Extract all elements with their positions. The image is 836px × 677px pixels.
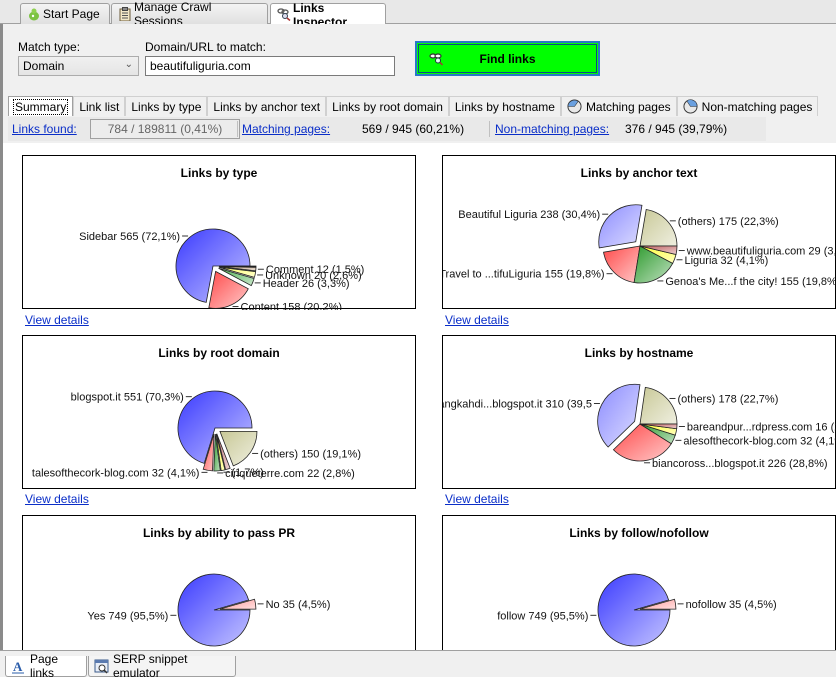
tab-manage-crawl-sessions[interactable]: Manage Crawl Sessions: [111, 0, 268, 28]
tab-matching-pages[interactable]: Matching pages: [560, 96, 677, 116]
pie-slice: [597, 573, 671, 647]
tab-links-by-type[interactable]: Links by type: [125, 96, 208, 116]
divider: [237, 121, 238, 137]
tab-label: SERP snippet emulator: [113, 652, 188, 677]
non-matching-pages-link[interactable]: Non-matching pages:: [495, 122, 609, 136]
slice-label: Comment 12 (1,5%): [266, 264, 364, 276]
slice-label: Content 158 (20,2%): [241, 302, 343, 310]
tab-start-page[interactable]: Start Page: [20, 3, 110, 24]
slice-label: bareandpur...rdpress.com 16 (2%): [687, 421, 836, 433]
tab-links-inspector[interactable]: Links Inspector: [270, 1, 386, 29]
find-links-label: Find links: [479, 51, 536, 66]
tab-link-list[interactable]: Link list: [73, 96, 126, 116]
tab-label: Non-matching pages: [701, 99, 813, 114]
pie-slice: [603, 245, 641, 283]
view-details-link[interactable]: View details: [25, 313, 89, 327]
tab-label: Links by root domain: [332, 99, 443, 114]
domain-url-label: Domain/URL to match:: [145, 40, 266, 54]
slice-label: follow 749 (95,5%): [497, 610, 588, 622]
bottom-tab-strip: A Page links SERP snippet emulator: [0, 650, 836, 677]
slice-label: talesofthecork-blog.com 32 (4,1%): [32, 467, 200, 479]
slice-label: blogspot.it 551 (70,3%): [71, 392, 184, 404]
slice-label: Yes 749 (95,5%): [87, 610, 168, 622]
summary-charts-area: Links by type Sidebar 565 (72,1%) Content…: [3, 143, 836, 650]
tab-label: Link list: [79, 99, 120, 114]
tab-label: Matching pages: [585, 99, 671, 114]
slice-label: Travel to ...tifuLiguria 155 (19,8%): [443, 269, 605, 281]
slice-label: nofollow 35 (4,5%): [686, 599, 777, 611]
slice-label: Sidebar 565 (72,1%): [79, 231, 180, 243]
match-type-select[interactable]: Domain ⌄: [18, 56, 139, 76]
slice-label: biancoross...blogspot.it 226 (28,8%): [652, 458, 828, 470]
pie-chart: No 35 (4,5%) Yes 749 (95,5%): [87, 573, 331, 647]
links-found-link[interactable]: Links found:: [12, 122, 77, 136]
divider: [489, 121, 490, 137]
matching-pages-link[interactable]: Matching pages:: [242, 122, 330, 136]
tab-links-by-hostname[interactable]: Links by hostname: [448, 96, 561, 116]
summary-stats-bar: Links found: 784 / 189811 (0,41%) Matchi…: [8, 117, 766, 141]
slice-label: (1,7%): [231, 467, 263, 479]
green-bug-icon: [29, 8, 39, 21]
tab-links-by-anchor-text[interactable]: Links by anchor text: [207, 96, 327, 116]
chart-links-by-root-domain: Links by root domain blogspot.it 551 (70…: [22, 335, 416, 489]
tab-non-matching-pages[interactable]: Non-matching pages: [676, 96, 819, 116]
match-type-value: Domain: [23, 59, 65, 73]
chain-magnifier-icon: [429, 53, 444, 66]
slice-label: (others) 178 (22,7%): [677, 393, 778, 405]
view-details-link[interactable]: View details: [25, 492, 89, 506]
slice-label: Beautiful Liguria 238 (30,4%): [458, 209, 600, 221]
pie-chart: nofollow 35 (4,5%) follow 749 (95,5%): [497, 573, 777, 647]
tab-label: Summary: [12, 98, 69, 115]
slice-label: No 35 (4,5%): [266, 599, 331, 611]
tab-label: Links by anchor text: [213, 99, 321, 114]
letter-a-icon: A: [12, 659, 24, 674]
tab-label: Page links: [30, 652, 59, 677]
non-matching-pages-value: 376 / 945 (39,79%): [625, 122, 728, 136]
chart-links-by-anchor-text: Links by anchor text (others) 175 (22,3%…: [442, 155, 836, 309]
tab-summary[interactable]: Summary: [8, 96, 74, 116]
match-type-label: Match type:: [18, 40, 81, 54]
slice-label: Genoa's Me...f the city! 155 (19,8%): [665, 276, 836, 288]
slice-label: (others) 175 (22,3%): [678, 216, 779, 228]
tab-page-links[interactable]: A Page links: [5, 652, 87, 677]
domain-url-input[interactable]: [145, 56, 395, 76]
pie-slice: [598, 204, 643, 249]
chevron-down-icon: ⌄: [124, 59, 133, 70]
slice-label: www.beautifuliguria.com 29 (3,7%): [686, 246, 836, 258]
chart-links-by-follow-nofollow: Links by follow/nofollow nofollow 35 (4,…: [442, 515, 836, 650]
view-details-link[interactable]: View details: [445, 492, 509, 506]
pie-chart: (others) 175 (22,3%) Beautiful Liguria 23…: [443, 204, 836, 288]
chart-links-by-pass-pr: Links by ability to pass PR No 35 (4,5%)…: [22, 515, 416, 650]
document-tab-strip: Start Page Manage Crawl Sessions Links I…: [0, 0, 836, 29]
pie-icon: [683, 99, 698, 114]
pie-slice: [639, 386, 678, 425]
tab-label: Links by hostname: [454, 99, 555, 114]
chart-links-by-hostname: Links by hostname (others) 178 (22,7%) 2l…: [442, 335, 836, 489]
tab-label: Links by type: [131, 99, 202, 114]
slice-label: 2langkahdi...blogspot.it 310 (39,5: [443, 399, 592, 411]
matching-pages-value: 569 / 945 (60,21%): [362, 122, 465, 136]
chain-magnifier-icon: [277, 8, 291, 21]
tab-serp-snippet-emulator[interactable]: SERP snippet emulator: [88, 652, 236, 677]
pie-chart: (others) 178 (22,7%) 2langkahdi...blogspo…: [443, 383, 836, 470]
tab-links-by-root-domain[interactable]: Links by root domain: [326, 96, 449, 116]
pie-icon: [567, 99, 582, 114]
links-found-value: 784 / 189811 (0,41%): [90, 119, 240, 139]
chart-links-by-type: Links by type Sidebar 565 (72,1%) Content…: [22, 155, 416, 310]
tab-label: Start Page: [43, 7, 100, 21]
view-details-link[interactable]: View details: [445, 313, 509, 327]
serp-preview-icon: [94, 659, 109, 674]
svg-text:A: A: [13, 659, 23, 674]
clipboard-icon: [119, 7, 131, 21]
find-links-button[interactable]: Find links: [415, 41, 600, 76]
pie-chart: blogspot.it 551 (70,3%) talesofthecork-bl…: [32, 390, 361, 480]
slice-label: alesofthecork-blog.com 32 (4,1%): [683, 435, 836, 447]
summary-tab-strip: Summary Link list Links by type Links by…: [8, 96, 819, 116]
pie-chart: Sidebar 565 (72,1%)Content 158 (20,2%)He…: [79, 228, 364, 310]
pie-slice: [639, 209, 678, 247]
slice-label: (others) 150 (19,1%): [260, 448, 361, 460]
pie-slice: [177, 573, 251, 647]
